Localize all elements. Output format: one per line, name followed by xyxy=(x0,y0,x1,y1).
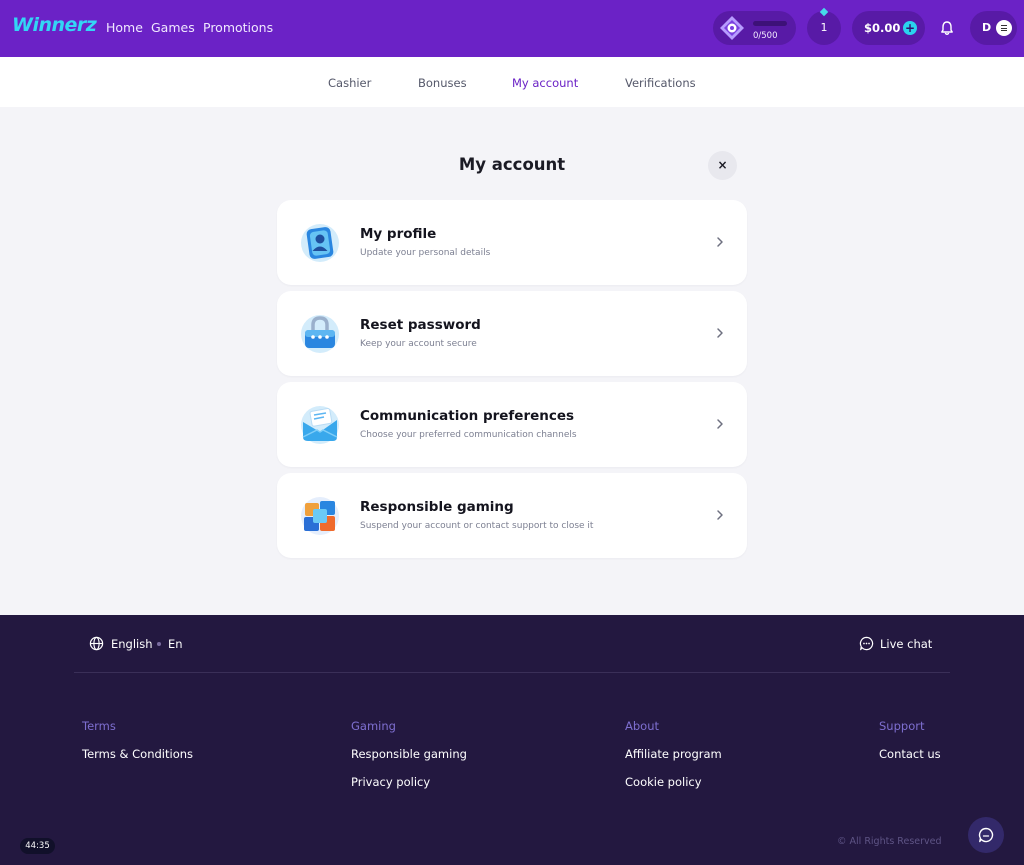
hamburger-menu-icon xyxy=(996,20,1012,36)
affiliate-program-link[interactable]: Affiliate program xyxy=(625,747,722,761)
level-badge[interactable]: 1 xyxy=(807,7,841,45)
chat-support-button[interactable] xyxy=(968,817,1004,853)
chevron-right-icon xyxy=(717,328,723,338)
gem-icon xyxy=(819,7,829,17)
notification-bell-icon[interactable] xyxy=(939,20,955,36)
terms-conditions-link[interactable]: Terms & Conditions xyxy=(82,747,193,761)
tab-verifications[interactable]: Verifications xyxy=(625,76,696,90)
lock-icon xyxy=(301,315,339,353)
xp-progress-bar xyxy=(753,21,787,26)
globe-icon xyxy=(89,636,104,651)
responsible-gaming-link[interactable]: Responsible gaming xyxy=(351,747,467,761)
rank-badge-icon xyxy=(720,16,744,40)
live-chat-label: Live chat xyxy=(880,637,933,651)
close-button[interactable]: × xyxy=(708,151,737,180)
card-subtitle: Keep your account secure xyxy=(360,339,477,349)
deposit-plus-icon[interactable]: + xyxy=(903,21,917,35)
card-subtitle: Choose your preferred communication chan… xyxy=(360,430,577,440)
card-reset-password[interactable]: Reset password Keep your account secure xyxy=(277,291,747,376)
chat-bubble-icon xyxy=(978,827,994,843)
footer: English En Live chat Terms Terms & Condi… xyxy=(0,615,1024,865)
xp-progress-widget[interactable]: 0/500 xyxy=(713,11,796,45)
cookie-policy-link[interactable]: Cookie policy xyxy=(625,775,702,789)
footer-divider xyxy=(74,672,950,673)
contact-us-link[interactable]: Contact us xyxy=(879,747,941,761)
nav-games-link[interactable]: Games xyxy=(151,20,195,35)
language-name: English xyxy=(111,637,153,651)
user-avatar-initial: D xyxy=(982,21,992,34)
card-title: Reset password xyxy=(360,317,481,333)
chevron-right-icon xyxy=(717,419,723,429)
copyright-text: © All Rights Reserved xyxy=(837,836,942,847)
top-navbar: Winnerz Home Games Promotions 0/500 1 $0… xyxy=(0,0,1024,57)
tab-bonuses[interactable]: Bonuses xyxy=(418,76,467,90)
balance-amount: $0.00 xyxy=(864,21,901,35)
footer-heading-support: Support xyxy=(879,719,925,733)
winnerz-logo[interactable]: Winnerz xyxy=(12,14,97,36)
xp-progress-text: 0/500 xyxy=(753,31,778,41)
level-number: 1 xyxy=(820,21,828,34)
chevron-right-icon xyxy=(717,237,723,247)
user-menu-button[interactable]: D xyxy=(970,11,1017,45)
separator-dot xyxy=(157,642,161,646)
footer-heading-terms: Terms xyxy=(82,719,116,733)
profile-icon xyxy=(301,224,339,262)
session-timer: 44:35 xyxy=(20,838,55,854)
card-responsible-gaming[interactable]: Responsible gaming Suspend your account … xyxy=(277,473,747,558)
nav-promotions-link[interactable]: Promotions xyxy=(203,20,273,35)
chevron-right-icon xyxy=(717,510,723,520)
cube-icon xyxy=(301,497,339,535)
balance-widget[interactable]: $0.00 + xyxy=(852,11,925,45)
language-code: En xyxy=(168,637,183,651)
card-my-profile[interactable]: My profile Update your personal details xyxy=(277,200,747,285)
tab-cashier[interactable]: Cashier xyxy=(328,76,371,90)
privacy-policy-link[interactable]: Privacy policy xyxy=(351,775,430,789)
card-title: Responsible gaming xyxy=(360,499,514,515)
footer-heading-about: About xyxy=(625,719,660,733)
page-title: My account xyxy=(458,155,566,174)
card-title: Communication preferences xyxy=(360,408,575,424)
card-title: My profile xyxy=(360,226,437,242)
tab-my-account[interactable]: My account xyxy=(512,76,578,90)
card-subtitle: Suspend your account or contact support … xyxy=(360,521,594,531)
card-communication-preferences[interactable]: Communication preferences Choose your pr… xyxy=(277,382,747,467)
card-subtitle: Update your personal details xyxy=(360,248,491,258)
chat-bubble-icon xyxy=(859,636,874,651)
account-tabs: Cashier Bonuses My account Verifications xyxy=(0,57,1024,107)
footer-heading-gaming: Gaming xyxy=(351,719,396,733)
envelope-icon xyxy=(301,406,339,444)
nav-home-link[interactable]: Home xyxy=(106,20,143,35)
